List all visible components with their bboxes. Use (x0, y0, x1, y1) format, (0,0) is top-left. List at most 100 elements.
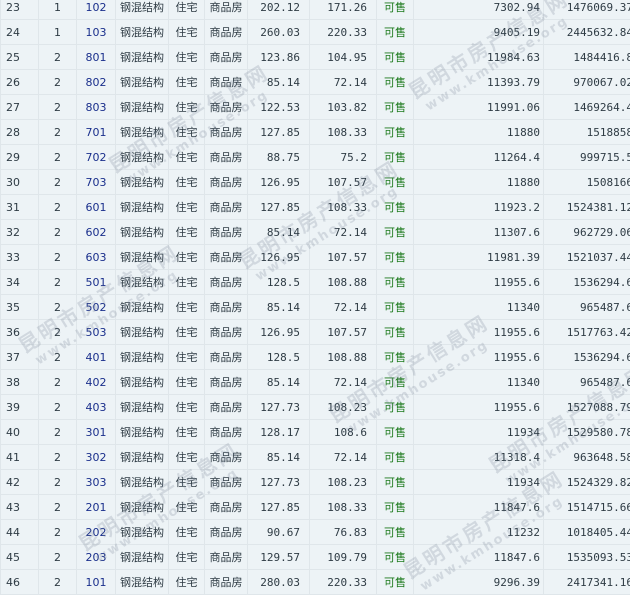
house-type-cell: 商品房 (205, 70, 247, 94)
row-number: 45 (1, 545, 38, 569)
room-link[interactable]: 203 (86, 551, 107, 564)
floor-area-cell: 127.85 (248, 495, 309, 519)
structure-cell: 钢混结构 (116, 270, 168, 294)
row-number: 37 (1, 345, 38, 369)
room-link[interactable]: 202 (86, 526, 107, 539)
total-price-cell: 1476069.37 (544, 0, 630, 19)
room-link[interactable]: 502 (86, 301, 107, 314)
row-number: 33 (1, 245, 38, 269)
room-link[interactable]: 403 (86, 401, 107, 414)
floor-area-cell: 85.14 (248, 370, 309, 394)
floor-area-cell: 90.67 (248, 520, 309, 544)
room-number-link: 801 (77, 45, 115, 69)
house-type-cell: 商品房 (205, 470, 247, 494)
floor-area-cell: 85.14 (248, 445, 309, 469)
structure-cell: 钢混结构 (116, 445, 168, 469)
room-number-link: 703 (77, 170, 115, 194)
room-link[interactable]: 103 (86, 26, 107, 39)
row-number: 39 (1, 395, 38, 419)
room-number-link: 802 (77, 70, 115, 94)
house-type-cell: 商品房 (205, 370, 247, 394)
usage-cell: 住宅 (169, 70, 204, 94)
room-link[interactable]: 301 (86, 426, 107, 439)
sale-status-cell: 可售 (377, 295, 413, 319)
room-number-link: 402 (77, 370, 115, 394)
structure-cell: 钢混结构 (116, 195, 168, 219)
table-row: 40 2 301 钢混结构 住宅 商品房 128.17 108.6 可售 11934 1529580… (1, 420, 630, 444)
room-link[interactable]: 501 (86, 276, 107, 289)
room-link[interactable]: 703 (86, 176, 107, 189)
structure-cell: 钢混结构 (116, 320, 168, 344)
row-number: 40 (1, 420, 38, 444)
usage-cell: 住宅 (169, 270, 204, 294)
room-link[interactable]: 603 (86, 251, 107, 264)
structure-cell: 钢混结构 (116, 70, 168, 94)
room-link[interactable]: 401 (86, 351, 107, 364)
structure-cell: 钢混结构 (116, 395, 168, 419)
room-link[interactable]: 701 (86, 126, 107, 139)
unit-price-cell: 11318.4 (414, 445, 543, 469)
unit-price-cell: 11955.6 (414, 320, 543, 344)
usage-cell: 住宅 (169, 245, 204, 269)
room-link[interactable]: 702 (86, 151, 107, 164)
sale-status-cell: 可售 (377, 0, 413, 19)
total-price-cell: 2445632.84 (544, 20, 630, 44)
total-price-cell: 999715.5 (544, 145, 630, 169)
building-number: 1 (39, 0, 76, 19)
room-link[interactable]: 402 (86, 376, 107, 389)
house-type-cell: 商品房 (205, 195, 247, 219)
row-number: 36 (1, 320, 38, 344)
house-type-cell: 商品房 (205, 420, 247, 444)
room-link[interactable]: 302 (86, 451, 107, 464)
building-number: 2 (39, 395, 76, 419)
room-link[interactable]: 801 (86, 51, 107, 64)
table-row: 35 2 502 钢混结构 住宅 商品房 85.14 72.14 可售 11340 965487.6 (1, 295, 630, 319)
room-number-link: 301 (77, 420, 115, 444)
room-link[interactable]: 101 (86, 576, 107, 589)
row-number: 42 (1, 470, 38, 494)
usage-cell: 住宅 (169, 20, 204, 44)
usage-cell: 住宅 (169, 445, 204, 469)
room-number-link: 601 (77, 195, 115, 219)
total-price-cell: 962729.06 (544, 220, 630, 244)
sale-status-cell: 可售 (377, 270, 413, 294)
room-link[interactable]: 601 (86, 201, 107, 214)
floor-area-cell: 127.73 (248, 470, 309, 494)
room-link[interactable]: 602 (86, 226, 107, 239)
row-number: 28 (1, 120, 38, 144)
table-row: 30 2 703 钢混结构 住宅 商品房 126.95 107.57 可售 11880 150816… (1, 170, 630, 194)
building-number: 2 (39, 495, 76, 519)
total-price-cell: 1527088.79 (544, 395, 630, 419)
table-row: 31 2 601 钢混结构 住宅 商品房 127.85 108.33 可售 11923.2 1524… (1, 195, 630, 219)
total-price-cell: 1518858 (544, 120, 630, 144)
room-number-link: 503 (77, 320, 115, 344)
floor-area-cell: 128.5 (248, 270, 309, 294)
room-number-link: 102 (77, 0, 115, 19)
usage-cell: 住宅 (169, 320, 204, 344)
table-row: 46 2 101 钢混结构 住宅 商品房 280.03 220.33 可售 9296.39 2417… (1, 570, 630, 594)
room-number-link: 702 (77, 145, 115, 169)
inner-area-cell: 72.14 (310, 295, 376, 319)
inner-area-cell: 107.57 (310, 170, 376, 194)
unit-price-cell: 11264.4 (414, 145, 543, 169)
room-link[interactable]: 102 (86, 1, 107, 14)
unit-price-cell: 11847.6 (414, 495, 543, 519)
room-number-link: 202 (77, 520, 115, 544)
sale-status-cell: 可售 (377, 170, 413, 194)
building-number: 1 (39, 20, 76, 44)
building-number: 2 (39, 520, 76, 544)
room-link[interactable]: 802 (86, 76, 107, 89)
room-link[interactable]: 803 (86, 101, 107, 114)
room-number-link: 803 (77, 95, 115, 119)
unit-price-cell: 11934 (414, 420, 543, 444)
room-link[interactable]: 503 (86, 326, 107, 339)
table-row: 28 2 701 钢混结构 住宅 商品房 127.85 108.33 可售 11880 151885… (1, 120, 630, 144)
sale-status-cell: 可售 (377, 345, 413, 369)
total-price-cell: 1508166 (544, 170, 630, 194)
unit-price-cell: 11847.6 (414, 545, 543, 569)
room-link[interactable]: 303 (86, 476, 107, 489)
room-link[interactable]: 201 (86, 501, 107, 514)
usage-cell: 住宅 (169, 195, 204, 219)
floor-area-cell: 260.03 (248, 20, 309, 44)
total-price-cell: 1484416.8 (544, 45, 630, 69)
